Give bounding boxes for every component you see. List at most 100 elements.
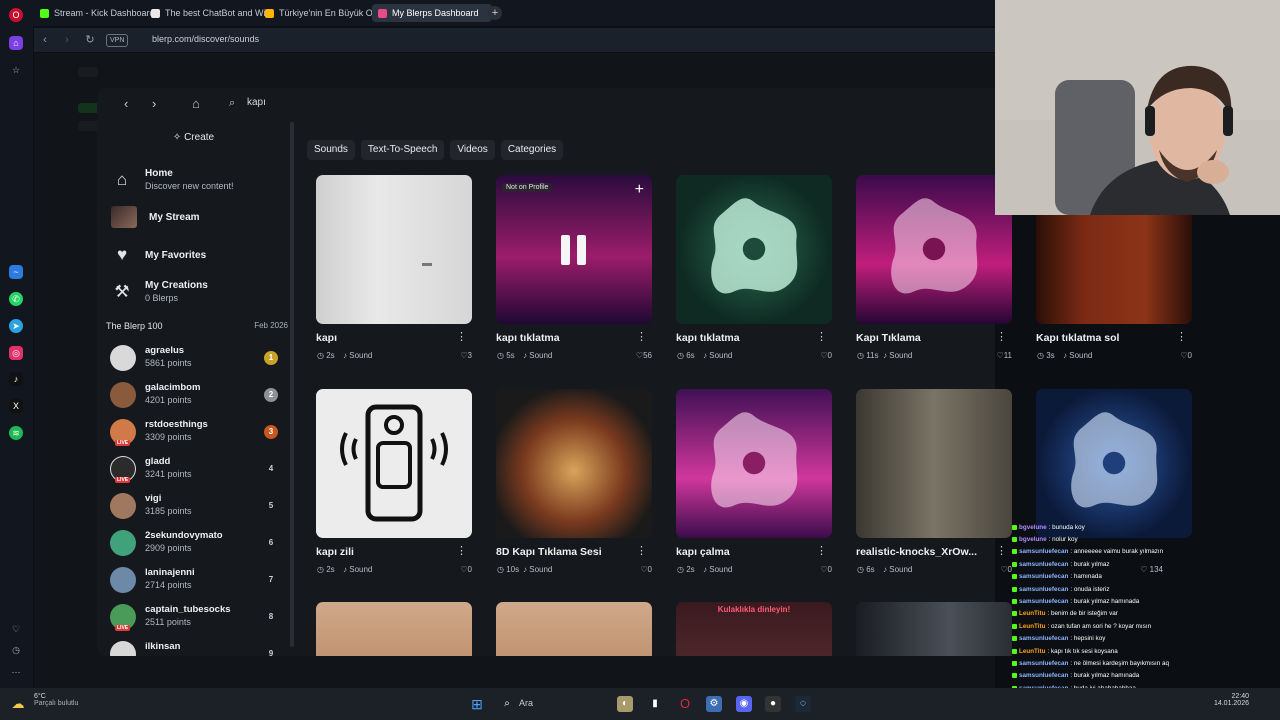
messenger-icon[interactable]: ~: [9, 265, 23, 279]
search-icon[interactable]: ⌕: [499, 696, 515, 712]
heart-icon[interactable]: ♡: [9, 622, 23, 636]
discord-icon[interactable]: ◉: [736, 696, 752, 712]
leaderboard-row[interactable]: LIVE rstdoesthings 3309 points 3: [110, 417, 278, 447]
back-arrow-icon[interactable]: ‹: [124, 96, 128, 111]
green-wave-thumbnail[interactable]: [676, 175, 832, 324]
star-icon[interactable]: ☆: [9, 63, 23, 77]
back-icon[interactable]: ‹: [38, 33, 52, 47]
door-thumbnail[interactable]: [316, 175, 472, 324]
opera-logo-icon[interactable]: O: [9, 8, 23, 22]
tab-text-to-speech[interactable]: Text-To-Speech: [360, 140, 445, 160]
instagram-icon[interactable]: ◎: [9, 346, 23, 360]
leaderboard-row[interactable]: vigi 3185 points 5: [110, 491, 278, 521]
more-vertical-icon[interactable]: ⋮: [816, 330, 827, 343]
blue-wave-thumbnail[interactable]: [1036, 389, 1192, 538]
sidebar-item-my-favorites[interactable]: ♥ My Favorites: [111, 244, 206, 266]
chat-badge-icon: [1012, 537, 1017, 543]
more-vertical-icon[interactable]: ⋮: [456, 330, 467, 343]
sound-card[interactable]: [316, 602, 473, 656]
type-label: ♪ Sound: [883, 565, 913, 574]
reload-icon[interactable]: ↻: [83, 33, 97, 47]
8d-headphones-thumbnail[interactable]: [496, 389, 652, 538]
whatsapp-icon[interactable]: ✆: [9, 292, 23, 306]
leaderboard-row[interactable]: agraelus 5861 points 1: [110, 343, 278, 373]
sound-card[interactable]: [856, 602, 1013, 656]
neon-grid-thumbnail[interactable]: [676, 389, 832, 538]
app-icon[interactable]: ⚙: [706, 696, 722, 712]
weather-icon[interactable]: ☁: [10, 696, 26, 712]
steam-icon[interactable]: ◌: [795, 696, 811, 712]
opera-icon[interactable]: O: [677, 696, 693, 712]
avatar: [110, 345, 136, 371]
nav-title: My Stream: [149, 211, 200, 223]
system-clock[interactable]: 22:40 14.01.2026: [1214, 693, 1249, 707]
tiktok-icon[interactable]: ♪: [9, 372, 23, 386]
x-twitter-icon[interactable]: X: [9, 399, 23, 413]
weather-widget[interactable]: 6°C Parçalı bulutlu: [34, 693, 78, 707]
more-vertical-icon[interactable]: ⋮: [1176, 330, 1187, 343]
pink-synthwave-thumbnail[interactable]: [856, 175, 1012, 324]
history-icon[interactable]: ◷: [9, 643, 23, 657]
chat-badge-icon: [1012, 586, 1017, 592]
widget-icon[interactable]: ◐: [617, 696, 633, 712]
doorbell-thumbnail[interactable]: [316, 389, 472, 538]
home-icon[interactable]: ⌂: [192, 96, 200, 111]
arch-thumbnail[interactable]: [496, 602, 652, 656]
sidebar-scrollbar[interactable]: [290, 122, 294, 647]
spotify-icon[interactable]: ≋: [9, 426, 23, 440]
more-vertical-icon[interactable]: ⋮: [636, 330, 647, 343]
tab-videos[interactable]: Videos: [450, 140, 495, 160]
forward-icon[interactable]: ›: [60, 33, 74, 47]
stream-thumbnail: [111, 206, 137, 228]
forward-arrow-icon[interactable]: ›: [152, 96, 156, 111]
sound-card[interactable]: Kulaklıkla dinleyin!: [676, 602, 833, 656]
more-icon[interactable]: ⋯: [9, 665, 23, 679]
leaderboard-row[interactable]: LIVE captain_tubesocks 2511 points 8: [110, 602, 278, 632]
sound-card[interactable]: [496, 602, 653, 656]
leaderboard-row[interactable]: LIVE gladd 3241 points 4: [110, 454, 278, 484]
more-vertical-icon[interactable]: ⋮: [636, 544, 647, 557]
nav-title: My Favorites: [145, 249, 207, 261]
more-vertical-icon[interactable]: ⋮: [456, 544, 467, 557]
sidebar-item-my-creations[interactable]: ⚒ My Creations 0 Blerps: [111, 280, 207, 303]
windows-start-icon[interactable]: ⊞: [469, 696, 485, 712]
chat-message: samsunluefecan: ne ölmesi kardeşim bayık…: [1012, 657, 1280, 669]
user-points: 2714 points: [145, 580, 192, 590]
filter-tabs: Sounds Text-To-Speech Videos Categories: [307, 140, 564, 160]
arch-thumbnail[interactable]: [316, 602, 472, 656]
obs-icon[interactable]: ●: [765, 696, 781, 712]
url-field[interactable]: blerp.com/discover/sounds: [152, 34, 259, 44]
file-explorer-icon[interactable]: ▮: [647, 696, 663, 712]
taskbar-search-field[interactable]: Ara: [519, 698, 533, 708]
synthwave-thumbnail[interactable]: Not on Profile +: [496, 175, 652, 324]
sidebar-item-my-stream[interactable]: My Stream: [111, 206, 200, 228]
telegram-icon[interactable]: ➤: [9, 319, 23, 333]
tab-kick-dashboard[interactable]: Stream - Kick Dashboard: [34, 4, 154, 22]
leaderboard-row[interactable]: galacimbom 4201 points 2: [110, 380, 278, 410]
search-input[interactable]: kapı: [247, 97, 266, 108]
duration-label: ◷ 11s: [857, 351, 879, 360]
headphones-ad-thumbnail[interactable]: Kulaklıkla dinleyin!: [676, 602, 832, 656]
new-tab-button[interactable]: +: [488, 6, 502, 20]
tab-categories[interactable]: Categories: [500, 140, 564, 160]
leaderboard-row[interactable]: 2sekundovymato 2909 points 6: [110, 528, 278, 558]
leaderboard-row[interactable]: ilkinsan 9: [110, 639, 278, 656]
vpn-badge[interactable]: VPN: [106, 34, 129, 47]
sidebar-item-home[interactable]: ⌂ Home Discover new content!: [111, 168, 234, 191]
more-vertical-icon[interactable]: ⋮: [996, 330, 1007, 343]
more-vertical-icon[interactable]: ⋮: [996, 544, 1007, 557]
create-button[interactable]: ✧ Create: [97, 132, 290, 143]
tab-chatbot[interactable]: The best ChatBot and Wi: [145, 4, 269, 22]
pause-icon[interactable]: [561, 235, 587, 265]
add-icon[interactable]: +: [635, 181, 644, 199]
more-vertical-icon[interactable]: ⋮: [816, 544, 827, 557]
tab-my-blerps-dashboard[interactable]: My Blerps Dashboard: [372, 4, 492, 22]
abandoned-room-thumbnail[interactable]: [856, 389, 1012, 538]
dark-thumbnail[interactable]: [856, 602, 1012, 656]
chat-badge-icon: [1012, 524, 1017, 530]
home-icon[interactable]: ⌂: [9, 36, 23, 50]
tab-turkiye[interactable]: Türkiye'nin En Büyük Oyun: [259, 4, 381, 22]
home-icon: ⌂: [116, 169, 128, 189]
tab-sounds[interactable]: Sounds: [307, 140, 355, 160]
leaderboard-row[interactable]: laninajenni 2714 points 7: [110, 565, 278, 595]
